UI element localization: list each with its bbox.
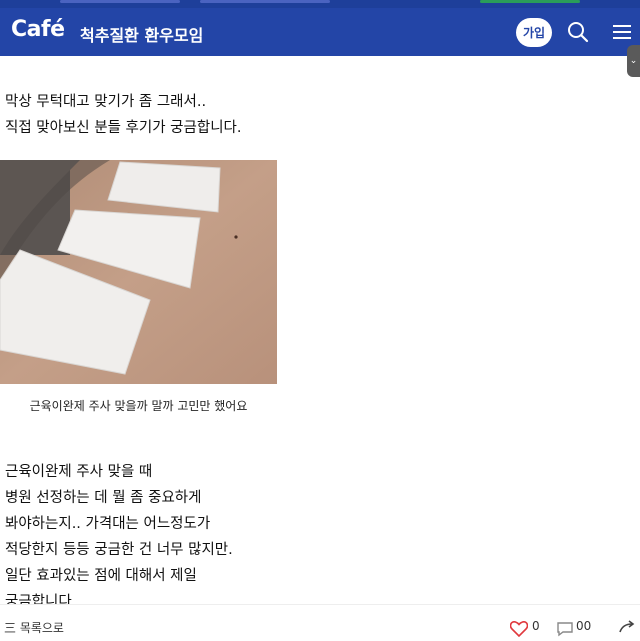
- post-line: 직접 맞아보신 분들 후기가 궁금합니다.: [5, 120, 242, 136]
- post-line: 봐야하는지.. 가격대는 어느정도가: [5, 516, 211, 532]
- scroll-handle[interactable]: ⌄: [627, 45, 640, 77]
- share-icon[interactable]: [618, 620, 636, 640]
- strip-segment: [480, 0, 580, 3]
- image-caption: 근육이완제 주사 맞을까 말까 고민만 했어요: [29, 399, 248, 413]
- post-line: 적당한지 등등 궁금한 건 너무 많지만.: [5, 542, 233, 558]
- strip-segment: [60, 0, 180, 3]
- post-line: 근육이완제 주사 맞을 때: [5, 464, 153, 480]
- post-line: 일단 효과있는 점에 대해서 제일: [5, 568, 197, 584]
- join-button[interactable]: 가입: [516, 18, 552, 47]
- like-count: 0: [532, 619, 540, 633]
- list-button[interactable]: 三 목록으로: [4, 619, 64, 636]
- cafe-title[interactable]: 척추질환 환우모임: [80, 22, 203, 46]
- post-paragraph: 막상 무턱대고 맞기가 좀 그래서.. 직접 맞아보신 분들 후기가 궁금합니다…: [5, 89, 241, 141]
- post-line: 막상 무턱대고 맞기가 좀 그래서..: [5, 94, 207, 110]
- top-status-strip: [0, 0, 640, 8]
- search-icon[interactable]: [566, 20, 590, 44]
- post-photo[interactable]: [0, 160, 277, 384]
- chevron-down-icon: ⌄: [629, 56, 638, 66]
- post-paragraph: 근육이완제 주사 맞을 때 병원 선정하는 데 뭘 좀 중요하게 봐야하는지..…: [5, 459, 233, 615]
- cafe-header: Café 척추질환 환우모임 가입: [0, 8, 640, 56]
- post-line: 병원 선정하는 데 뭘 좀 중요하게: [5, 490, 202, 506]
- comment-count: 00: [576, 619, 592, 633]
- comment-icon[interactable]: [556, 621, 574, 641]
- cafe-logo[interactable]: Café: [11, 17, 65, 42]
- heart-icon[interactable]: [509, 621, 529, 641]
- strip-segment: [200, 0, 330, 3]
- bottom-action-bar: 三 목록으로 0 00: [0, 604, 640, 638]
- menu-icon[interactable]: [610, 20, 634, 44]
